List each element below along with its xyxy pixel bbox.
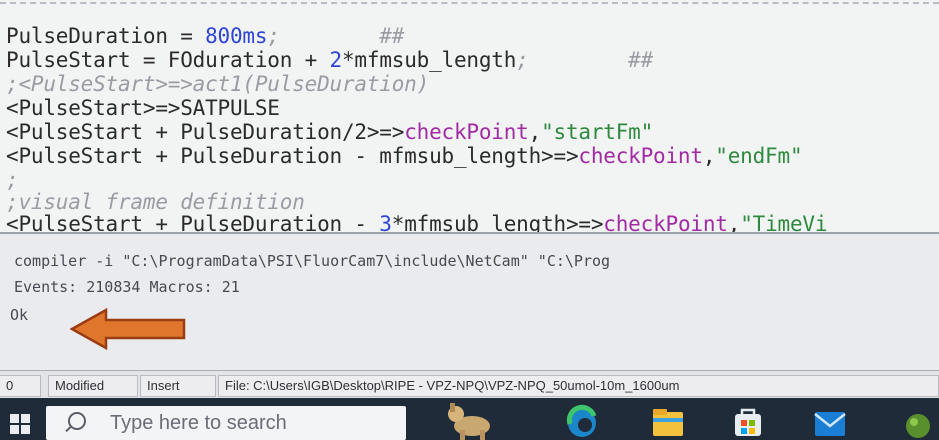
code-token: ; ##	[267, 24, 405, 48]
code-token: "TimeVi	[740, 212, 828, 232]
orange-arrow-icon	[70, 308, 186, 350]
code-token: checkPoint	[578, 144, 703, 168]
code-token: checkPoint	[603, 212, 728, 232]
cortana-dog-icon[interactable]	[440, 400, 500, 440]
code-token: ,	[727, 212, 741, 232]
code-line[interactable]: ;	[6, 168, 19, 192]
code-token: <PulseStart + PulseDuration - mfmsub_len…	[6, 144, 579, 168]
code-token: "startFm"	[541, 120, 654, 144]
code-token: checkPoint	[404, 120, 529, 144]
code-token: *mfmsub_length>=>	[391, 212, 604, 232]
code-line[interactable]: ;<PulseStart>=>act1(PulseDuration)	[6, 72, 429, 96]
code-line[interactable]: <PulseStart>=>SATPULSE	[6, 96, 280, 120]
code-line[interactable]: <PulseStart + PulseDuration/2>=>checkPoi…	[6, 120, 653, 144]
status-bar: 0 Modified Insert File: C:\Users\IGB\Des…	[0, 370, 939, 399]
status-modified: Modified	[48, 375, 138, 397]
status-file-path: File: C:\Users\IGB\Desktop\RIPE - VPZ-NP…	[218, 375, 939, 397]
mail-icon[interactable]	[812, 404, 848, 438]
code-token: ;	[6, 168, 19, 192]
code-token: 800ms	[205, 24, 268, 48]
code-line[interactable]: <PulseStart + PulseDuration - mfmsub_len…	[6, 144, 803, 168]
taskbar-search-box[interactable]: Type here to search	[46, 406, 406, 440]
code-token: ;visual frame definition	[6, 190, 305, 214]
code-token: <PulseStart + PulseDuration -	[6, 212, 380, 232]
code-token: 2	[329, 48, 343, 72]
compiler-status: Ok	[10, 306, 29, 324]
compiler-output-panel[interactable]: compiler -i "C:\ProgramData\PSI\FluorCam…	[0, 232, 939, 372]
code-line[interactable]: <PulseStart + PulseDuration - 3*mfmsub_l…	[6, 212, 827, 232]
code-editor[interactable]: PulseDuration = 800ms; ## PulseStart = F…	[0, 0, 939, 232]
compiler-command: compiler -i "C:\ProgramData\PSI\FluorCam…	[14, 252, 611, 270]
store-icon[interactable]	[730, 404, 766, 438]
search-icon	[68, 412, 86, 430]
windows-start-icon[interactable]	[8, 406, 32, 436]
code-token: PulseDuration =	[6, 24, 206, 48]
editor-top-border	[0, 2, 939, 4]
code-token: 3	[379, 212, 392, 232]
code-token: ,	[528, 120, 542, 144]
code-token: ,	[702, 144, 716, 168]
code-line[interactable]: PulseDuration = 800ms; ##	[6, 24, 404, 48]
search-placeholder: Type here to search	[110, 412, 287, 434]
windows-taskbar: Type here to search	[0, 398, 939, 440]
file-explorer-icon[interactable]	[650, 404, 686, 438]
compiler-events: Events: 210834 Macros: 21	[14, 278, 240, 296]
status-position: 0	[0, 375, 41, 397]
code-token: "endFm"	[715, 144, 803, 168]
code-token: ;<PulseStart>=>act1(PulseDuration)	[6, 72, 430, 96]
code-token: *mfmsub_length	[341, 48, 517, 72]
code-line[interactable]: PulseStart = FOduration + 2*mfmsub_lengt…	[6, 48, 653, 72]
code-line[interactable]: ;visual frame definition	[6, 190, 305, 214]
status-insert-mode[interactable]: Insert	[140, 375, 216, 397]
code-token: <PulseStart>=>SATPULSE	[6, 96, 280, 120]
code-token: PulseStart = FOduration +	[6, 48, 330, 72]
app-icon[interactable]	[900, 404, 936, 438]
code-token: ; ##	[516, 48, 654, 72]
edge-browser-icon[interactable]	[564, 404, 600, 438]
code-token: <PulseStart + PulseDuration/2>=>	[6, 120, 405, 144]
